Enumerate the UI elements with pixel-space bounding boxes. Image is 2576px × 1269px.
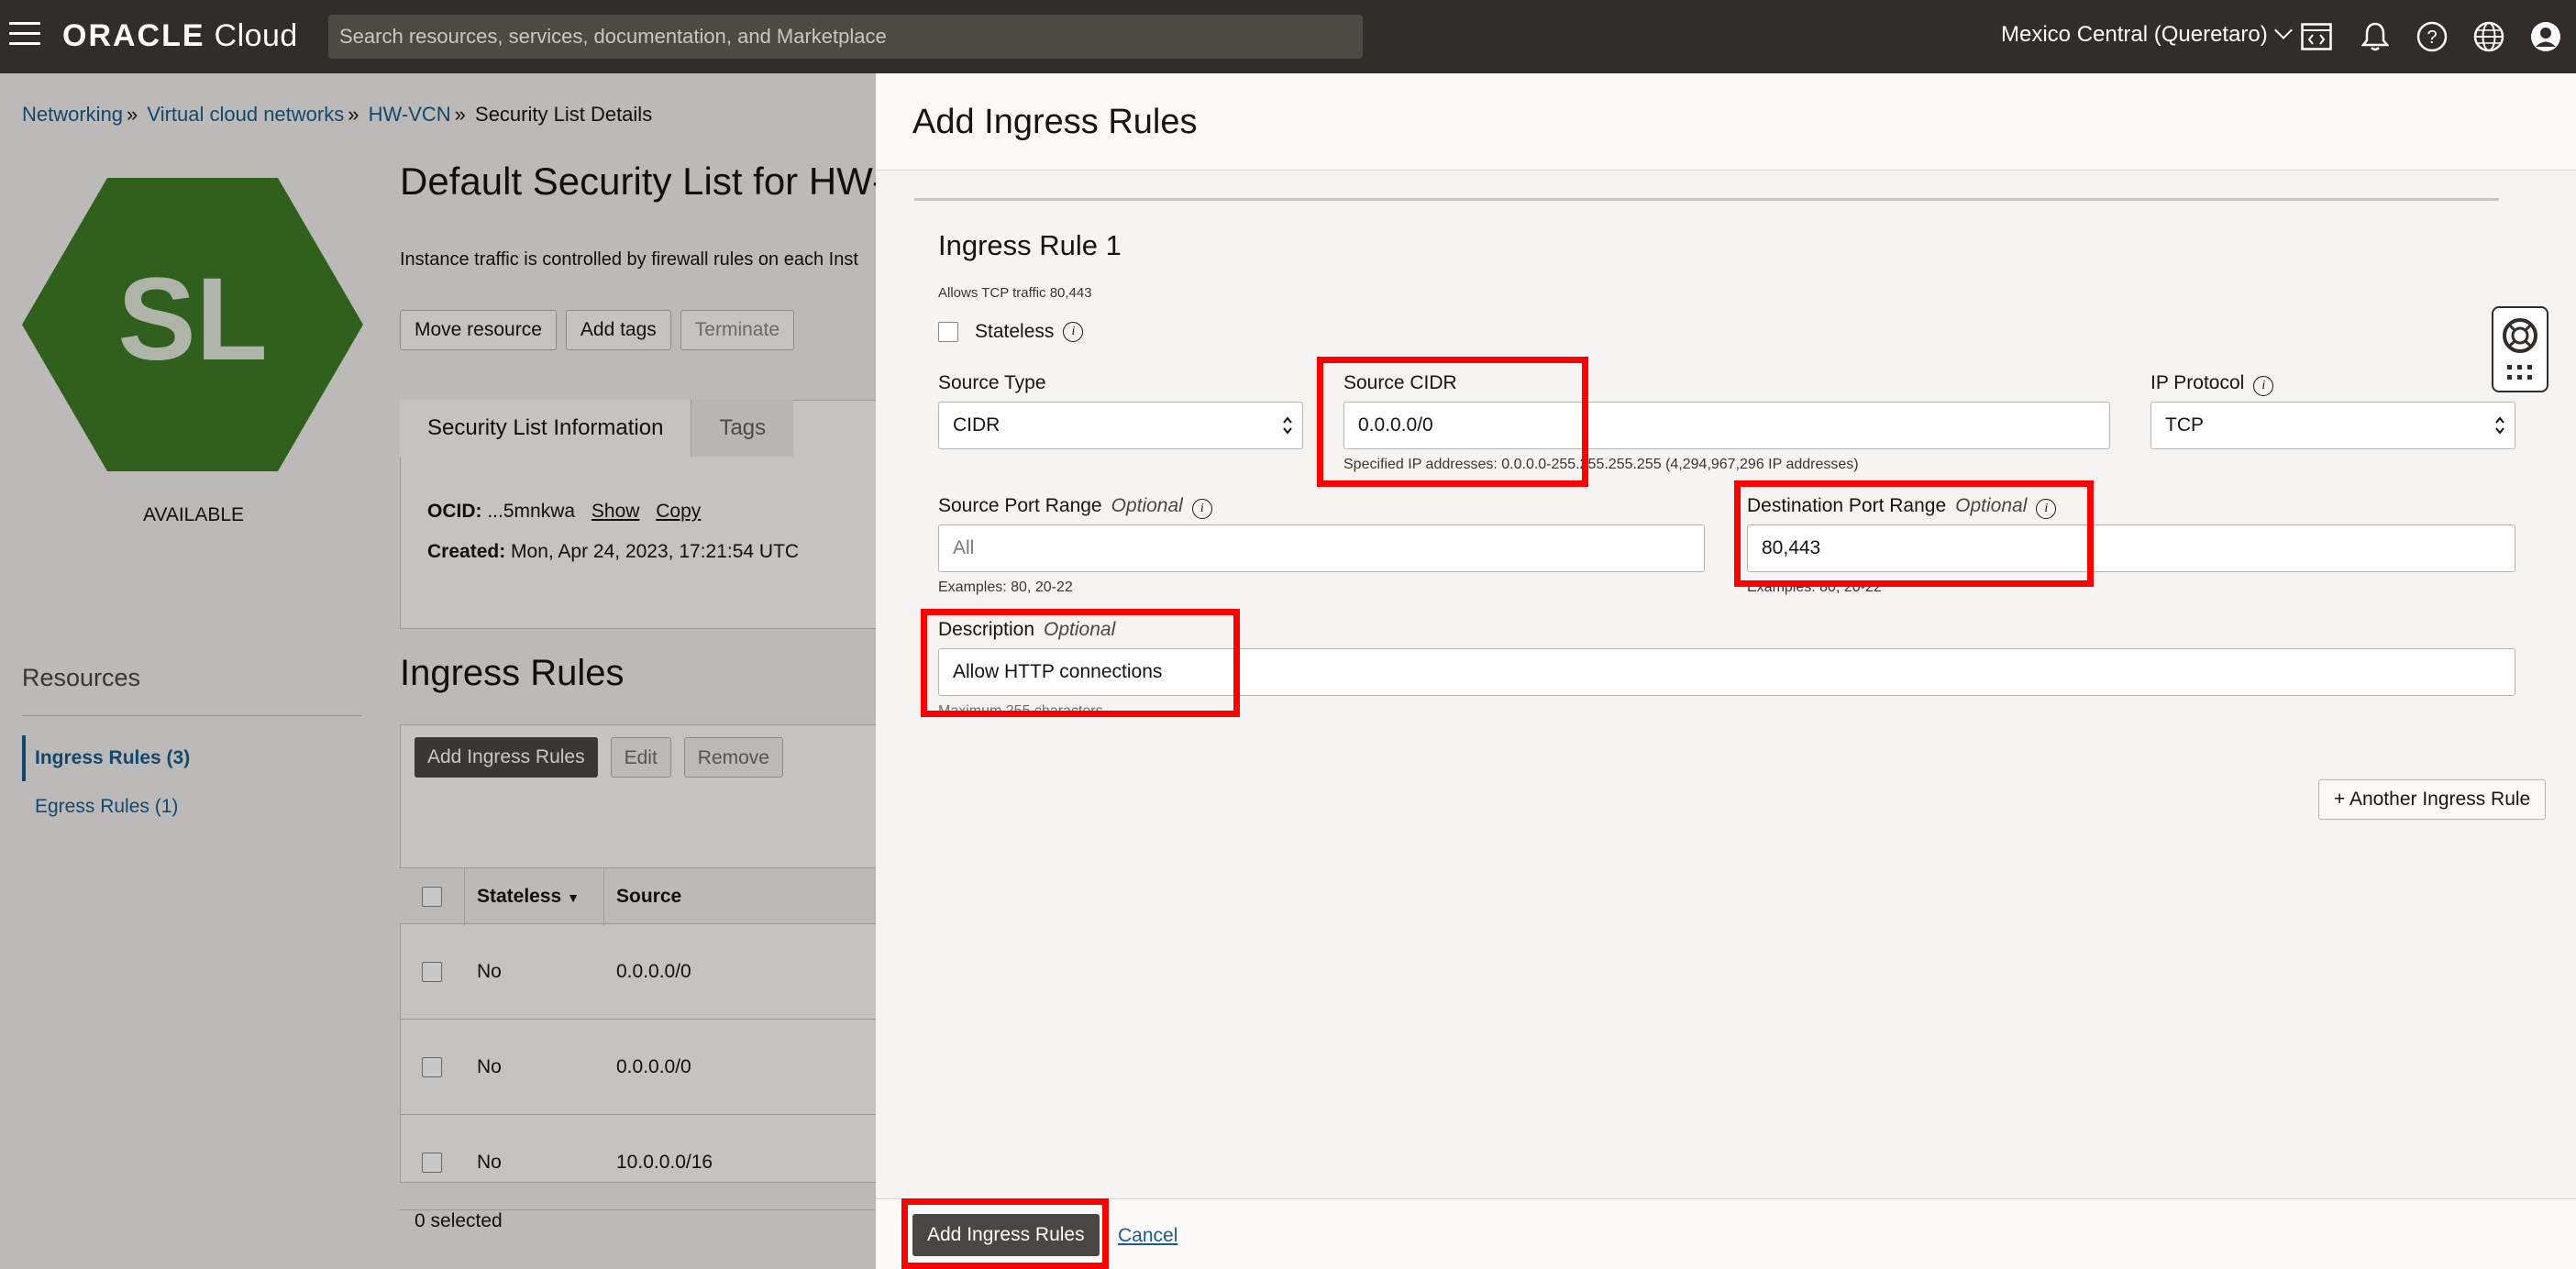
hamburger-menu-icon[interactable] <box>9 22 40 50</box>
stateless-label: Stateless <box>975 321 1055 342</box>
another-ingress-rule-button[interactable]: + Another Ingress Rule <box>2318 779 2547 820</box>
rule-subtitle: Allows TCP traffic 80,443 <box>938 285 1092 301</box>
oracle-cloud-logo[interactable]: ORACLE Cloud <box>62 18 298 54</box>
source-port-range-label: Source Port Range Optional i <box>938 495 1212 519</box>
select-arrows-icon <box>1283 416 1292 435</box>
source-type-label: Source Type <box>938 372 1046 393</box>
rule-title: Ingress Rule 1 <box>938 229 1122 261</box>
source-cidr-hint: Specified IP addresses: 0.0.0.0-255.255.… <box>1343 457 1859 472</box>
modal-overlay[interactable] <box>0 73 876 1269</box>
svg-text:?: ? <box>2427 28 2437 48</box>
apps-grid-icon <box>2507 365 2532 380</box>
description-hint: Maximum 255 characters <box>938 703 1103 719</box>
select-arrows-icon <box>2495 416 2504 435</box>
help-widget[interactable] <box>2492 306 2548 392</box>
source-port-range-hint: Examples: 80, 20-22 <box>938 579 1073 595</box>
globe-icon[interactable] <box>2472 20 2505 53</box>
destination-port-range-input[interactable]: 80,443 <box>1747 524 2515 572</box>
panel-footer: Add Ingress Rules Cancel <box>876 1198 2576 1269</box>
ip-protocol-label: IP Protocol i <box>2150 372 2274 396</box>
panel-header: Add Ingress Rules <box>876 73 2576 171</box>
divider <box>914 198 2499 201</box>
add-ingress-rules-panel: Add Ingress Rules Ingress Rule 1 Allows … <box>876 73 2576 1269</box>
description-label: Description Optional <box>938 619 1116 640</box>
user-profile-icon[interactable] <box>2529 20 2562 53</box>
cancel-link[interactable]: Cancel <box>1118 1225 1177 1247</box>
stateless-option: Stateless i <box>938 321 1084 343</box>
info-icon[interactable]: i <box>1191 499 1212 519</box>
code-editor-icon[interactable] <box>2300 20 2333 53</box>
top-navigation-bar: ORACLE Cloud Search resources, services,… <box>0 0 2576 73</box>
info-icon[interactable]: i <box>2036 499 2057 519</box>
stateless-checkbox[interactable] <box>938 322 958 342</box>
global-search-input[interactable]: Search resources, services, documentatio… <box>328 15 1363 59</box>
info-icon[interactable]: i <box>2253 376 2274 396</box>
chevron-down-icon <box>2273 21 2293 39</box>
source-type-select[interactable]: CIDR <box>938 402 1303 449</box>
source-cidr-input[interactable]: 0.0.0.0/0 <box>1343 402 2110 449</box>
info-icon[interactable]: i <box>1063 322 1084 342</box>
ip-protocol-select[interactable]: TCP <box>2150 402 2515 449</box>
source-port-range-input[interactable]: All <box>938 524 1705 572</box>
help-icon[interactable]: ? <box>2416 20 2449 53</box>
destination-port-range-label: Destination Port Range Optional i <box>1747 495 2057 519</box>
destination-port-range-hint: Examples: 80, 20-22 <box>1747 579 1882 595</box>
panel-title: Add Ingress Rules <box>912 103 1198 141</box>
source-cidr-label: Source CIDR <box>1343 372 1457 393</box>
lifebuoy-icon <box>2503 318 2537 380</box>
add-ingress-rules-submit-button[interactable]: Add Ingress Rules <box>912 1214 1100 1256</box>
region-selector[interactable]: Mexico Central (Queretaro) <box>2001 21 2293 48</box>
description-input[interactable]: Allow HTTP connections <box>938 648 2515 696</box>
bell-icon[interactable] <box>2359 20 2392 53</box>
